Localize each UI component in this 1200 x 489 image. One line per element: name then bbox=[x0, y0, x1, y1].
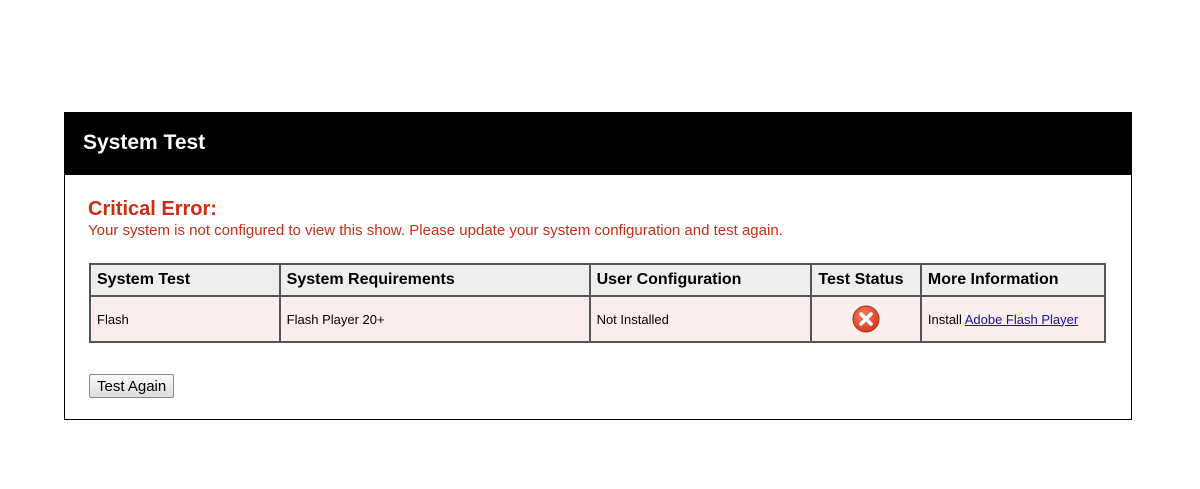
table-row: Flash Flash Player 20+ Not Installed Ins… bbox=[89, 295, 1107, 343]
system-test-table: System Test System Requirements User Con… bbox=[89, 263, 1107, 343]
panel-header: System Test bbox=[65, 113, 1131, 175]
error-x-icon bbox=[852, 305, 880, 333]
error-message: Your system is not configured to view th… bbox=[88, 222, 783, 239]
column-header-test-status: Test Status bbox=[810, 263, 922, 297]
more-info-prefix: Install bbox=[927, 311, 965, 327]
error-title: Critical Error: bbox=[88, 198, 217, 220]
system-test-panel: System Test Critical Error: Your system … bbox=[64, 112, 1132, 420]
adobe-flash-player-link[interactable]: Adobe Flash Player bbox=[965, 312, 1078, 327]
column-header-user-configuration: User Configuration bbox=[588, 263, 813, 297]
column-header-more-information: More Information bbox=[919, 263, 1107, 297]
table-header-row: System Test System Requirements User Con… bbox=[89, 263, 1107, 297]
cell-system-requirement: Flash Player 20+ bbox=[278, 295, 591, 343]
column-header-system-requirements: System Requirements bbox=[278, 263, 591, 297]
cell-user-configuration: Not Installed bbox=[588, 295, 813, 343]
test-again-button[interactable]: Test Again bbox=[89, 374, 175, 398]
cell-more-information: Install Adobe Flash Player bbox=[919, 295, 1107, 343]
column-header-system-test: System Test bbox=[89, 263, 281, 297]
cell-system-test: Flash bbox=[89, 295, 281, 343]
panel-title: System Test bbox=[83, 131, 206, 154]
cell-test-status bbox=[810, 295, 922, 343]
